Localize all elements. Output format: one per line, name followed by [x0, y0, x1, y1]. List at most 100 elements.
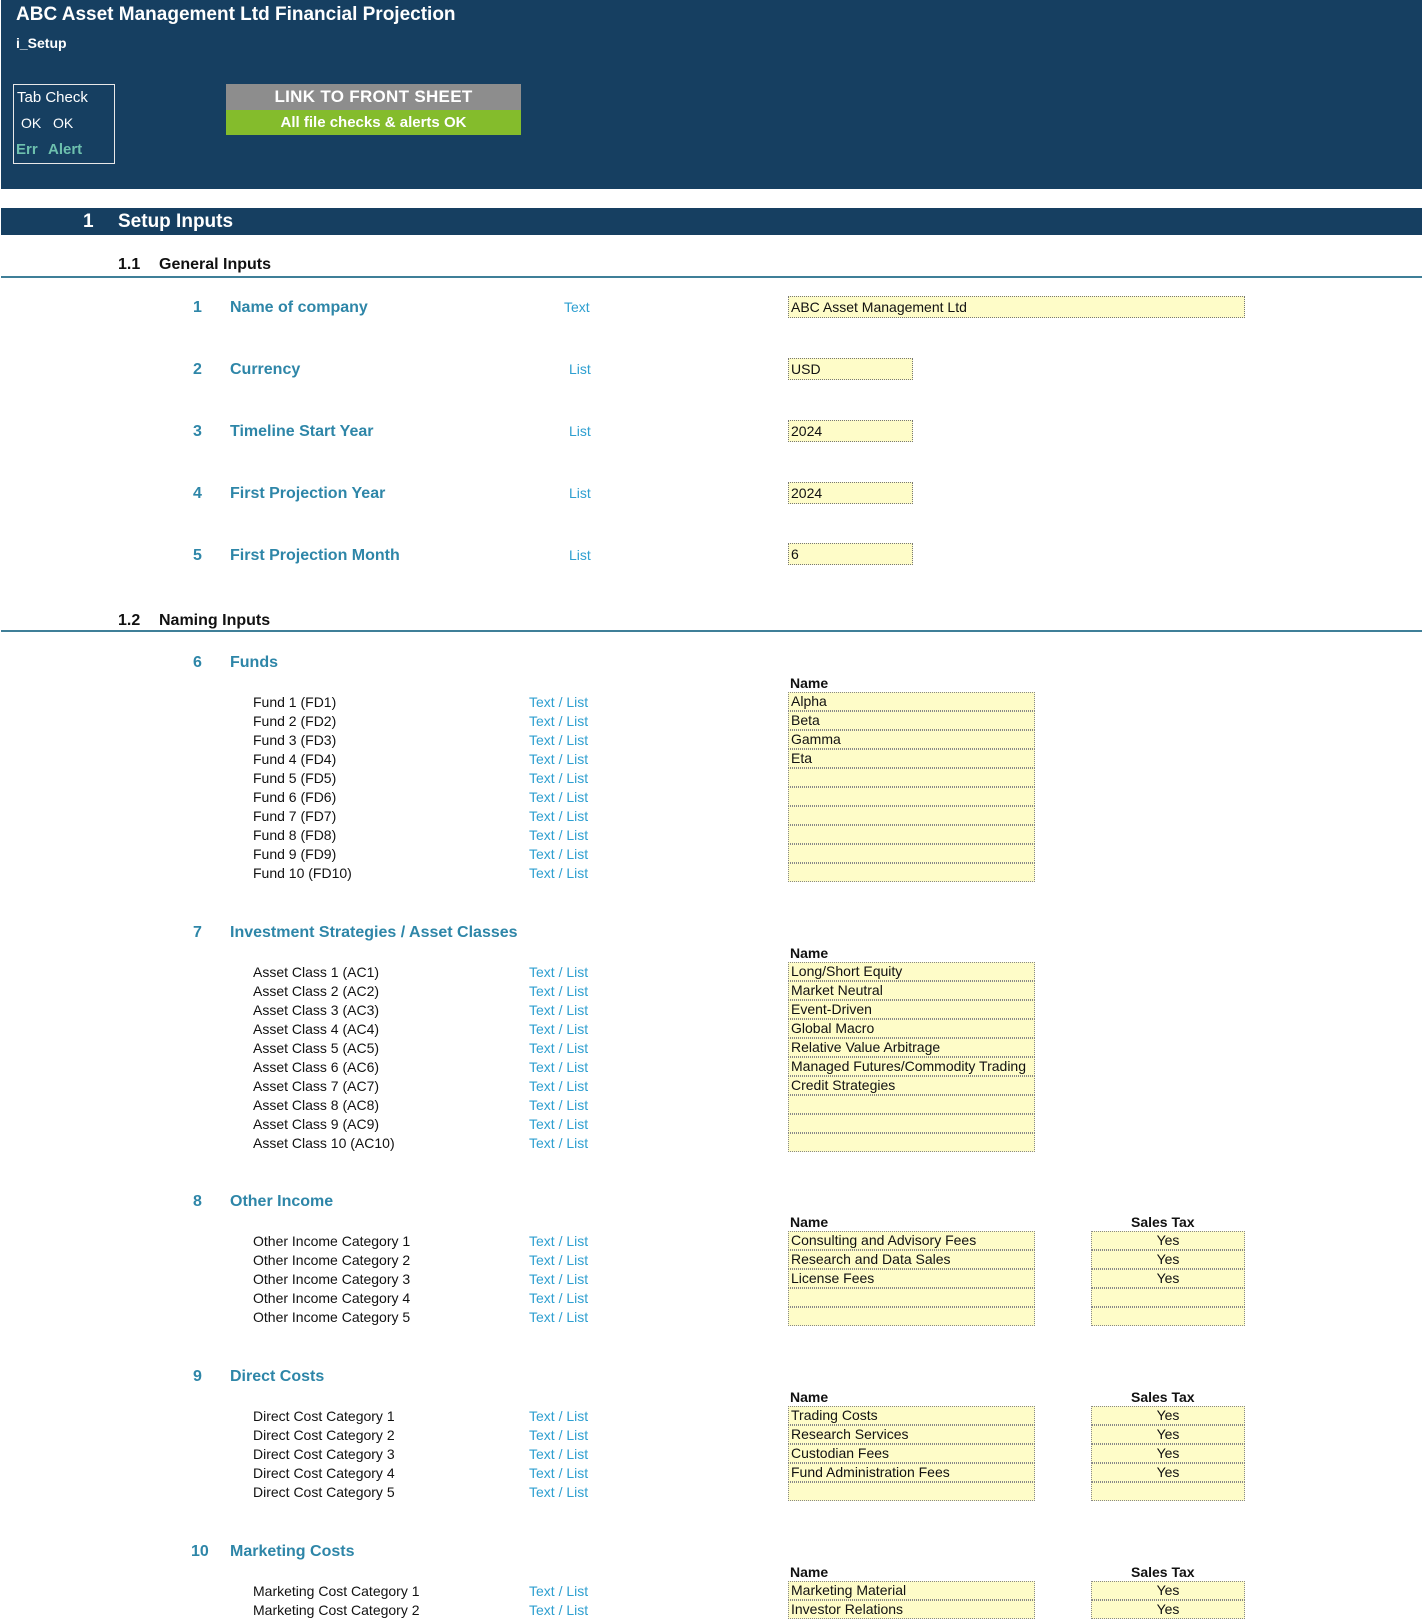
page-title: ABC Asset Management Ltd Financial Proje…: [16, 4, 456, 25]
row-label: Asset Class 10 (AC10): [253, 1135, 395, 1151]
direct-cost-name-input[interactable]: Custodian Fees: [788, 1444, 1035, 1463]
sales-tax-select[interactable]: Yes: [1091, 1425, 1245, 1444]
asset-class-name-input[interactable]: [788, 1095, 1035, 1114]
subsection-title-naming: Naming Inputs: [159, 612, 271, 629]
link-to-front-sheet-button[interactable]: LINK TO FRONT SHEET: [226, 84, 521, 110]
direct-cost-name-input[interactable]: Research Services: [788, 1425, 1035, 1444]
row-label: Asset Class 2 (AC2): [253, 983, 380, 999]
row-input-type: Text / List: [529, 1233, 589, 1249]
row-label: Asset Class 5 (AC5): [253, 1040, 380, 1056]
sales-tax-select[interactable]: [1091, 1307, 1245, 1326]
sales-tax-select[interactable]: [1091, 1482, 1245, 1501]
item-label-currency: Currency: [230, 361, 301, 378]
item-label-timeline-start-year: Timeline Start Year: [230, 423, 374, 440]
fund-name-input[interactable]: [788, 787, 1035, 806]
row-label: Fund 8 (FD8): [253, 827, 337, 843]
row-label: Asset Class 3 (AC3): [253, 1002, 380, 1018]
item-input-type: Text: [564, 299, 590, 315]
sales-tax-select[interactable]: [1091, 1288, 1245, 1307]
column-header-name: Name: [790, 945, 829, 961]
fund-name-input[interactable]: Alpha: [788, 692, 1035, 711]
group-number: 10: [191, 1543, 209, 1560]
tab-check-ok-alert: OK: [53, 115, 74, 131]
subsection-divider: [1, 276, 1422, 278]
income-name-input[interactable]: Consulting and Advisory Fees: [788, 1231, 1035, 1250]
company-name-input[interactable]: ABC Asset Management Ltd: [788, 296, 1245, 318]
asset-class-name-input[interactable]: [788, 1114, 1035, 1133]
row-input-type: Text / List: [529, 1021, 589, 1037]
fund-name-input[interactable]: Beta: [788, 711, 1035, 730]
other-income-table: Other Income Category 1 Text / List Cons…: [0, 1231, 1423, 1327]
fund-name-input[interactable]: Gamma: [788, 730, 1035, 749]
row-label: Asset Class 4 (AC4): [253, 1021, 380, 1037]
asset-class-name-input[interactable]: Event-Driven: [788, 1000, 1035, 1019]
asset-class-name-input[interactable]: Relative Value Arbitrage: [788, 1038, 1035, 1057]
column-header-sales-tax: Sales Tax: [1131, 1389, 1195, 1405]
row-input-type: Text / List: [529, 1408, 589, 1424]
direct-cost-name-input[interactable]: Trading Costs: [788, 1406, 1035, 1425]
income-name-input[interactable]: License Fees: [788, 1269, 1035, 1288]
marketing-cost-name-input[interactable]: Marketing Material: [788, 1581, 1035, 1600]
fund-name-input[interactable]: [788, 863, 1035, 882]
row-input-type: Text / List: [529, 846, 589, 862]
tab-check-title: Tab Check: [17, 89, 88, 106]
first-projection-month-select[interactable]: 6: [788, 543, 913, 565]
fund-name-input[interactable]: [788, 806, 1035, 825]
fund-name-input[interactable]: [788, 768, 1035, 787]
income-name-input[interactable]: [788, 1288, 1035, 1307]
asset-class-name-input[interactable]: Market Neutral: [788, 981, 1035, 1000]
row-label: Fund 2 (FD2): [253, 713, 337, 729]
row-label: Fund 3 (FD3): [253, 732, 337, 748]
asset-class-name-input[interactable]: Long/Short Equity: [788, 962, 1035, 981]
marketing-costs-table: Marketing Cost Category 1 Text / List Ma…: [0, 1581, 1423, 1620]
first-projection-year-select[interactable]: 2024: [788, 482, 913, 504]
sales-tax-select[interactable]: Yes: [1091, 1250, 1245, 1269]
row-label: Other Income Category 1: [253, 1233, 411, 1249]
direct-costs-table: Direct Cost Category 1 Text / List Tradi…: [0, 1406, 1423, 1502]
group-title-marketing-costs: Marketing Costs: [230, 1543, 355, 1560]
item-number: 2: [193, 361, 202, 378]
direct-cost-name-input[interactable]: [788, 1482, 1035, 1501]
column-header-sales-tax: Sales Tax: [1131, 1214, 1195, 1230]
sales-tax-select[interactable]: Yes: [1091, 1463, 1245, 1482]
fund-name-input[interactable]: [788, 844, 1035, 863]
row-label: Fund 9 (FD9): [253, 846, 337, 862]
sales-tax-select[interactable]: Yes: [1091, 1600, 1245, 1619]
row-input-type: Text / List: [529, 1602, 589, 1618]
currency-select[interactable]: USD: [788, 358, 913, 380]
row-input-type: Text / List: [529, 983, 589, 999]
sales-tax-select[interactable]: Yes: [1091, 1269, 1245, 1288]
asset-class-name-input[interactable]: Managed Futures/Commodity Trading: [788, 1057, 1035, 1076]
asset-class-name-input[interactable]: Global Macro: [788, 1019, 1035, 1038]
column-header-name: Name: [790, 1564, 829, 1580]
row-input-type: Text / List: [529, 1465, 589, 1481]
subsection-number-general: 1.1: [118, 256, 141, 273]
item-label-first-projection-year: First Projection Year: [230, 485, 386, 502]
marketing-cost-name-input[interactable]: Investor Relations: [788, 1600, 1035, 1619]
item-input-type: List: [569, 485, 591, 501]
item-input-type: List: [569, 547, 591, 563]
sales-tax-select[interactable]: Yes: [1091, 1444, 1245, 1463]
group-number: 8: [193, 1193, 202, 1210]
income-name-input[interactable]: [788, 1307, 1035, 1326]
income-name-input[interactable]: Research and Data Sales: [788, 1250, 1035, 1269]
sales-tax-select[interactable]: Yes: [1091, 1581, 1245, 1600]
asset-class-name-input[interactable]: [788, 1133, 1035, 1152]
header-banner: [1, 0, 1422, 189]
row-input-type: Text / List: [529, 808, 589, 824]
fund-name-input[interactable]: Eta: [788, 749, 1035, 768]
group-number: 6: [193, 654, 202, 671]
row-label: Direct Cost Category 5: [253, 1484, 395, 1500]
sales-tax-select[interactable]: Yes: [1091, 1231, 1245, 1250]
direct-cost-name-input[interactable]: Fund Administration Fees: [788, 1463, 1035, 1482]
timeline-start-year-select[interactable]: 2024: [788, 420, 913, 442]
sales-tax-select[interactable]: Yes: [1091, 1406, 1245, 1425]
file-check-status-badge: All file checks & alerts OK: [226, 110, 521, 135]
group-title-asset-classes: Investment Strategies / Asset Classes: [230, 924, 518, 941]
row-label: Direct Cost Category 1: [253, 1408, 395, 1424]
asset-class-name-input[interactable]: Credit Strategies: [788, 1076, 1035, 1095]
row-input-type: Text / List: [529, 789, 589, 805]
row-input-type: Text / List: [529, 713, 589, 729]
fund-name-input[interactable]: [788, 825, 1035, 844]
row-input-type: Text / List: [529, 1290, 589, 1306]
